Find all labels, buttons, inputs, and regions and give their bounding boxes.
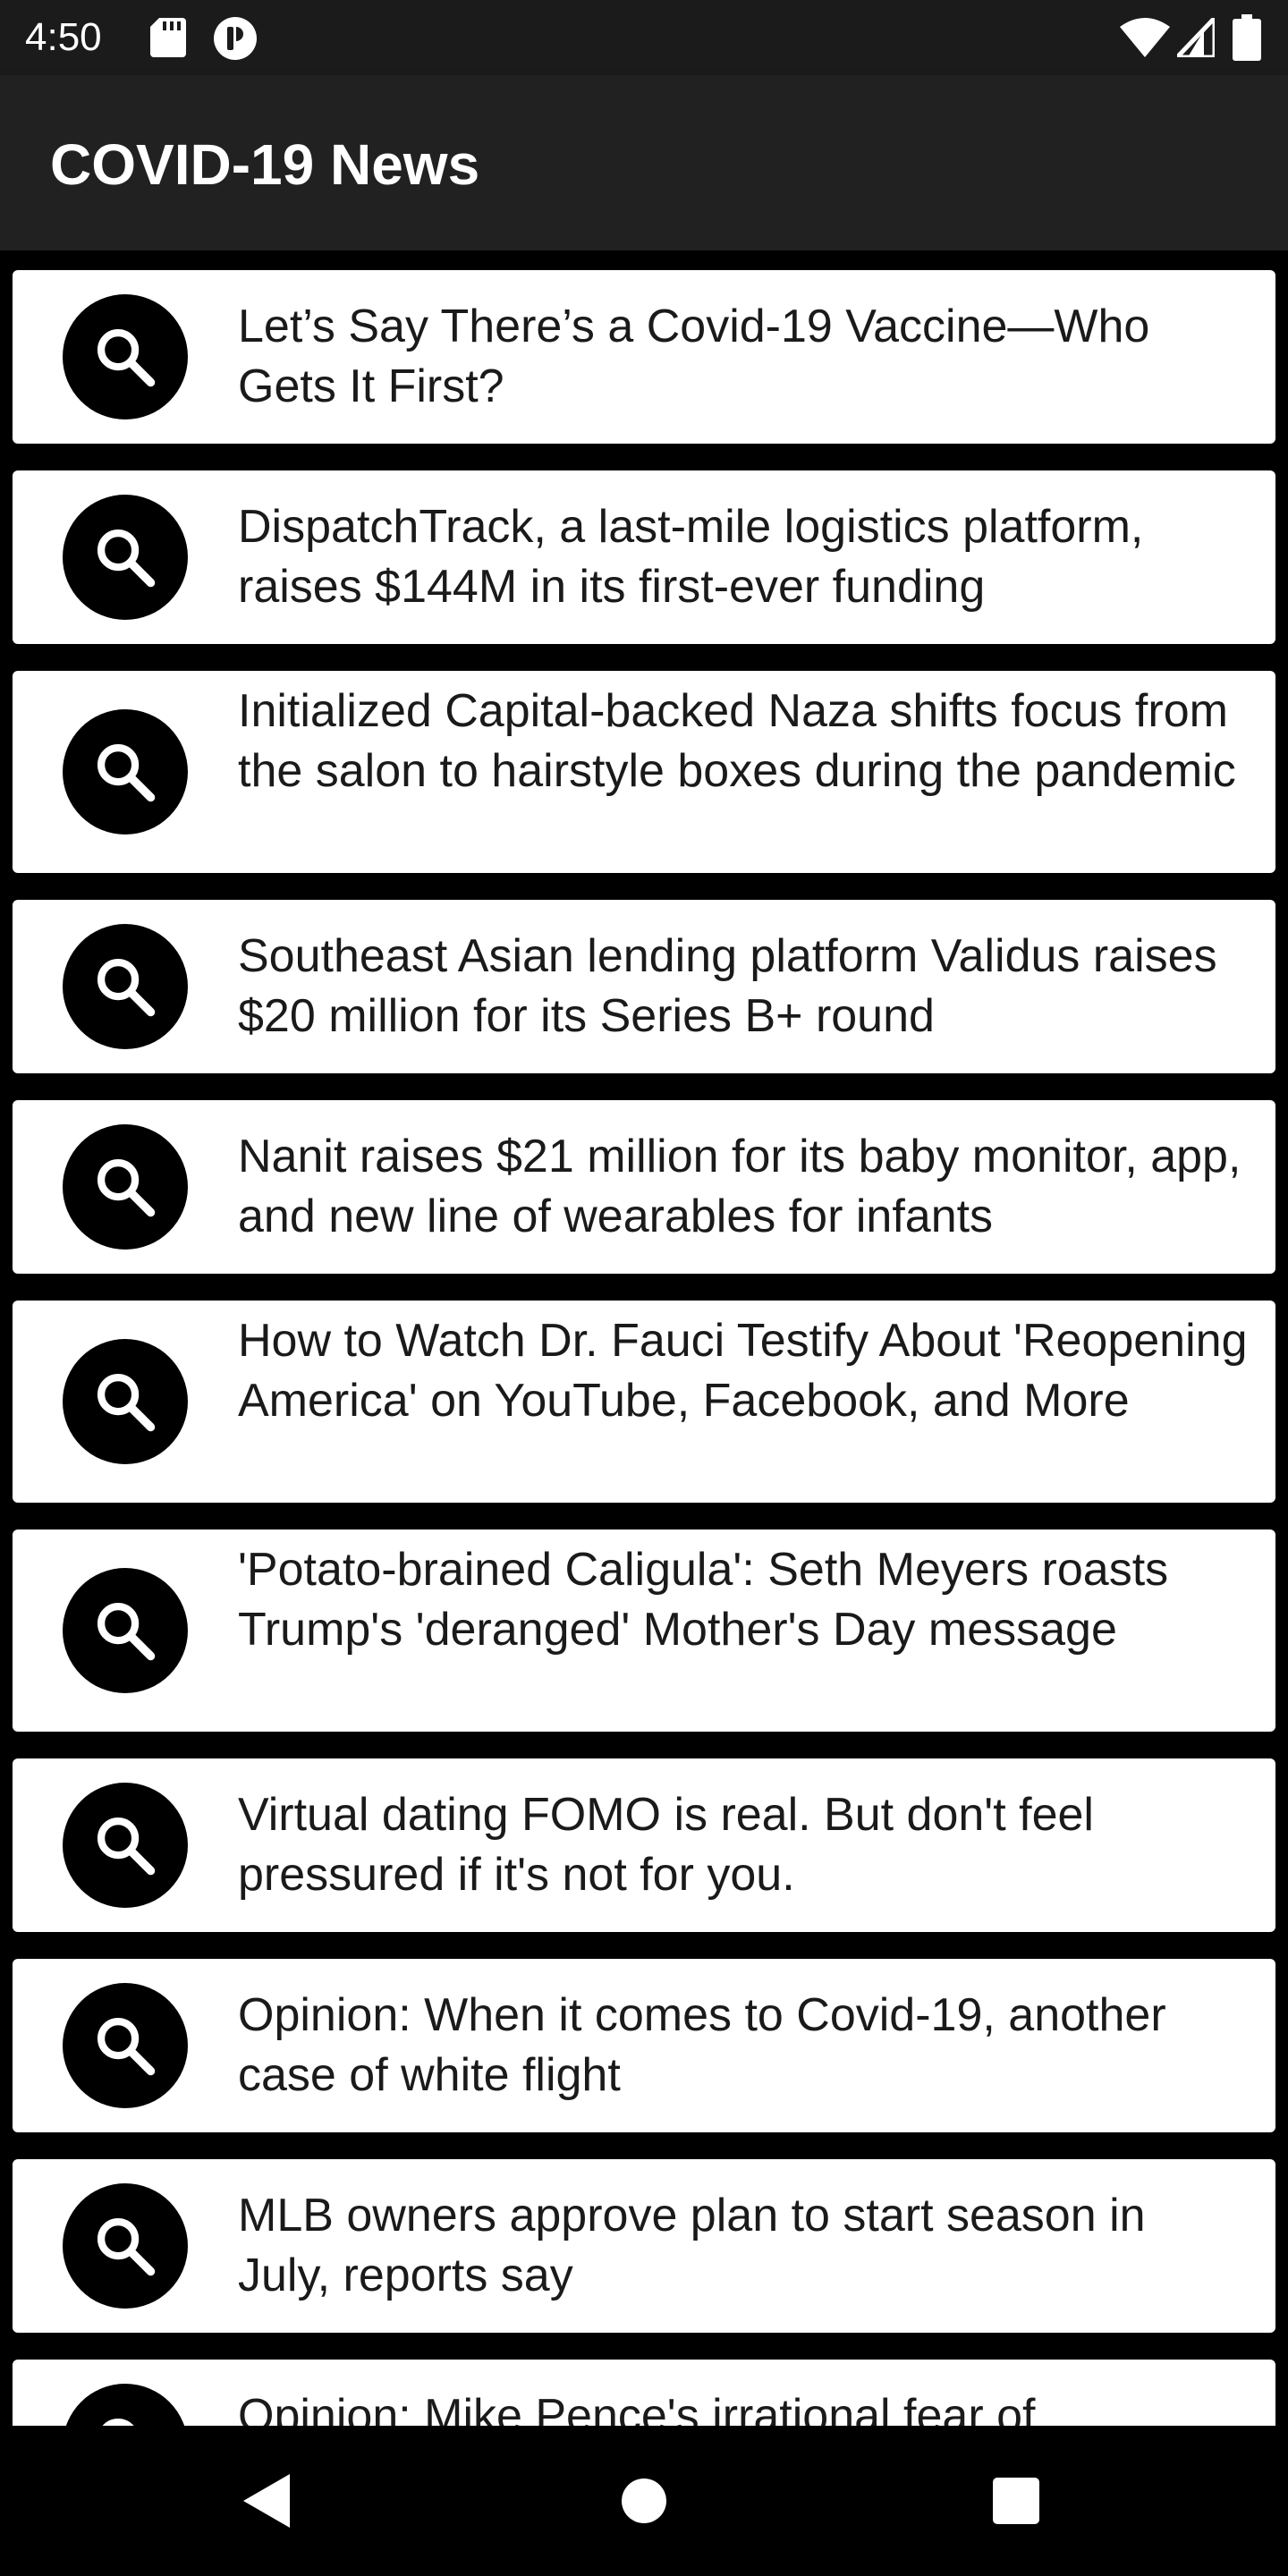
news-avatar [63,924,188,1049]
news-avatar [63,1339,188,1464]
news-title: DispatchTrack, a last-mile logistics pla… [238,501,1144,613]
news-title: MLB owners approve plan to start season … [238,2190,1146,2301]
news-card[interactable]: Opinion: Mike Pence's irrational fear of [13,2360,1275,2426]
search-icon [97,2017,156,2076]
status-bar: 4:50 [0,0,1288,75]
news-card[interactable]: MLB owners approve plan to start season … [13,2159,1275,2333]
news-title: Virtual dating FOMO is real. But don't f… [238,1789,1094,1901]
news-title: Opinion: When it comes to Covid-19, anot… [238,1989,1166,2101]
news-avatar [63,495,188,620]
navigation-bar [0,2426,1288,2576]
news-title: Initialized Capital-backed Naza shifts f… [238,685,1236,797]
news-card[interactable]: Nanit raises $21 million for its baby mo… [13,1100,1275,1274]
news-title: 'Potato-brained Caligula': Seth Meyers r… [238,1544,1169,1656]
news-card[interactable]: Virtual dating FOMO is real. But don't f… [13,1758,1275,1932]
news-avatar [63,2183,188,2309]
search-icon [97,1817,156,1876]
news-avatar [63,1783,188,1908]
news-title: How to Watch Dr. Fauci Testify About 'Re… [238,1315,1248,1427]
status-time: 4:50 [25,15,102,59]
news-card[interactable]: Opinion: When it comes to Covid-19, anot… [13,1959,1275,2132]
news-card[interactable]: How to Watch Dr. Fauci Testify About 'Re… [13,1301,1275,1503]
recents-icon[interactable] [991,2476,1041,2526]
news-avatar [63,1568,188,1693]
battery-icon [1233,14,1261,61]
search-icon [97,1373,156,1432]
app-notification-icon [214,17,257,60]
sd-card-icon [150,18,186,57]
news-avatar [63,709,188,835]
news-card[interactable]: Let’s Say There’s a Covid-19 Vaccine—Who… [13,270,1275,444]
search-icon [102,2418,134,2426]
news-avatar [63,294,188,419]
news-title: Southeast Asian lending platform Validus… [238,930,1217,1042]
search-icon [97,328,156,387]
news-title: Opinion: Mike Pence's irrational fear of [238,2390,1036,2426]
search-icon [97,2217,156,2276]
search-icon [97,1158,156,1217]
search-icon [97,958,156,1017]
wifi-icon [1120,18,1170,57]
news-list[interactable]: Let’s Say There’s a Covid-19 Vaccine—Who… [0,250,1288,2426]
news-avatar [63,1983,188,2108]
search-icon [97,529,156,588]
search-icon [97,743,156,802]
news-avatar [63,1124,188,1250]
news-card[interactable]: Initialized Capital-backed Naza shifts f… [13,671,1275,873]
news-avatar [63,2384,188,2426]
app-title: COVID-19 News [50,132,480,197]
search-icon [97,1602,156,1661]
news-card[interactable]: DispatchTrack, a last-mile logistics pla… [13,470,1275,644]
news-card[interactable]: Southeast Asian lending platform Validus… [13,900,1275,1073]
app-bar: COVID-19 News [0,75,1288,250]
home-icon[interactable] [621,2478,667,2524]
news-card[interactable]: 'Potato-brained Caligula': Seth Meyers r… [13,1530,1275,1732]
news-title: Nanit raises $21 million for its baby mo… [238,1131,1241,1242]
signal-icon [1177,18,1215,57]
news-title: Let’s Say There’s a Covid-19 Vaccine—Who… [238,301,1150,412]
back-icon[interactable] [242,2472,292,2529]
